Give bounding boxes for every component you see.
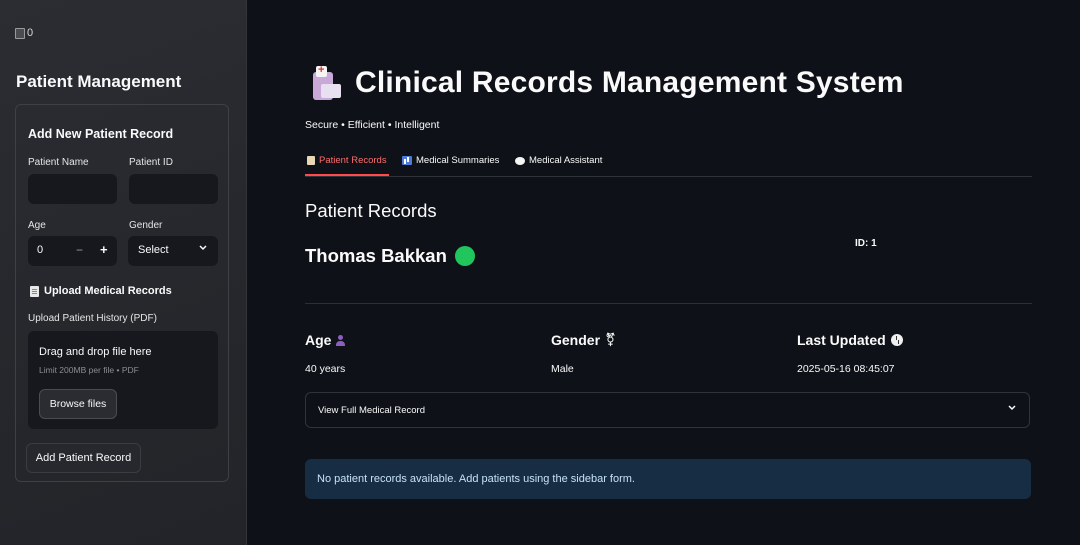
tab-bar: Patient Records Medical Summaries Medica…	[305, 150, 1032, 177]
patient-id-input[interactable]	[129, 174, 218, 204]
document-icon	[30, 285, 39, 297]
broken-logo-image: 0	[15, 27, 33, 39]
file-dropzone[interactable]: Drag and drop file here Limit 200MB per …	[28, 331, 218, 429]
form-heading: Add New Patient Record	[28, 127, 174, 141]
gender-symbol-icon: ⚧	[605, 332, 616, 347]
sidebar-title: Patient Management	[16, 72, 182, 91]
upload-heading: Upload Medical Records	[30, 285, 172, 297]
tab-label: Medical Assistant	[529, 155, 603, 166]
gender-stat-label: Gender	[551, 332, 601, 348]
bar-chart-icon	[402, 156, 412, 165]
age-stat-label: Age	[305, 332, 332, 348]
tab-medical-summaries[interactable]: Medical Summaries	[402, 155, 499, 166]
age-stepper[interactable]: 0 − +	[28, 236, 117, 266]
expander-label: View Full Medical Record	[318, 405, 426, 416]
chevron-down-icon	[1007, 402, 1017, 417]
gender-label: Gender	[129, 220, 163, 231]
tab-label: Medical Summaries	[416, 155, 500, 166]
main-content: Clinical Records Management System Secur…	[247, 0, 1080, 545]
browse-files-button[interactable]: Browse files	[39, 389, 117, 419]
divider	[305, 303, 1032, 304]
patient-id: ID: 1	[855, 238, 877, 249]
add-patient-form: Add New Patient Record Patient Name Pati…	[15, 104, 229, 482]
chevron-down-icon	[198, 242, 208, 257]
dropzone-limit: Limit 200MB per file • PDF	[39, 365, 139, 375]
patient-name-input[interactable]	[28, 174, 117, 204]
app-title: Clinical Records Management System	[313, 64, 904, 100]
page-subtitle: Secure • Efficient • Intelligent	[305, 119, 440, 131]
speech-bubble-icon	[515, 156, 525, 165]
tab-patient-records[interactable]: Patient Records	[307, 155, 387, 166]
tab-label: Patient Records	[319, 155, 387, 166]
age-stat-head: Age	[305, 332, 346, 348]
section-title: Patient Records	[305, 200, 437, 221]
age-label: Age	[28, 220, 46, 231]
patient-name-label: Patient Name	[28, 157, 89, 168]
active-tab-indicator	[305, 174, 389, 176]
page-title: Clinical Records Management System	[355, 66, 904, 99]
age-stat-value: 40 years	[305, 363, 346, 375]
info-alert-text: No patient records available. Add patien…	[317, 473, 635, 485]
file-cabinet-icon	[313, 64, 341, 100]
increment-button[interactable]: +	[100, 242, 108, 257]
clipboard-icon	[307, 156, 315, 165]
patient-name-heading: Thomas Bakkan	[305, 245, 475, 267]
age-stat: Age 40 years	[305, 332, 346, 375]
age-value[interactable]: 0	[37, 244, 43, 256]
gender-select[interactable]: Select	[128, 236, 218, 266]
gender-stat-head: Gender ⚧	[551, 332, 616, 348]
gender-stat-value: Male	[551, 363, 574, 375]
person-icon	[336, 334, 346, 346]
last-updated-stat: Last Updated 2025-05-16 08:45:07	[797, 332, 903, 375]
status-dot-icon	[454, 246, 475, 266]
dropzone-text: Drag and drop file here	[39, 346, 152, 358]
broken-image-icon	[15, 27, 25, 39]
clock-icon	[890, 334, 903, 346]
info-alert: No patient records available. Add patien…	[305, 459, 1031, 499]
upload-heading-text: Upload Medical Records	[44, 285, 172, 297]
last-updated-label: Last Updated	[797, 332, 886, 348]
sidebar: 0 Patient Management Add New Patient Rec…	[0, 0, 247, 545]
last-updated-value: 2025-05-16 08:45:07	[797, 363, 895, 375]
medical-record-expander[interactable]: View Full Medical Record	[305, 392, 1030, 428]
tab-medical-assistant[interactable]: Medical Assistant	[515, 155, 602, 166]
patient-id-label: Patient ID	[129, 157, 173, 168]
decrement-button[interactable]: −	[76, 243, 83, 257]
gender-select-value: Select	[138, 244, 169, 256]
gender-stat: Gender ⚧ Male	[551, 332, 616, 375]
logo-alt-text: 0	[27, 27, 34, 39]
patient-name: Thomas Bakkan	[305, 245, 447, 266]
upload-label: Upload Patient History (PDF)	[28, 313, 157, 324]
add-patient-button[interactable]: Add Patient Record	[26, 443, 141, 473]
last-updated-head: Last Updated	[797, 332, 903, 348]
